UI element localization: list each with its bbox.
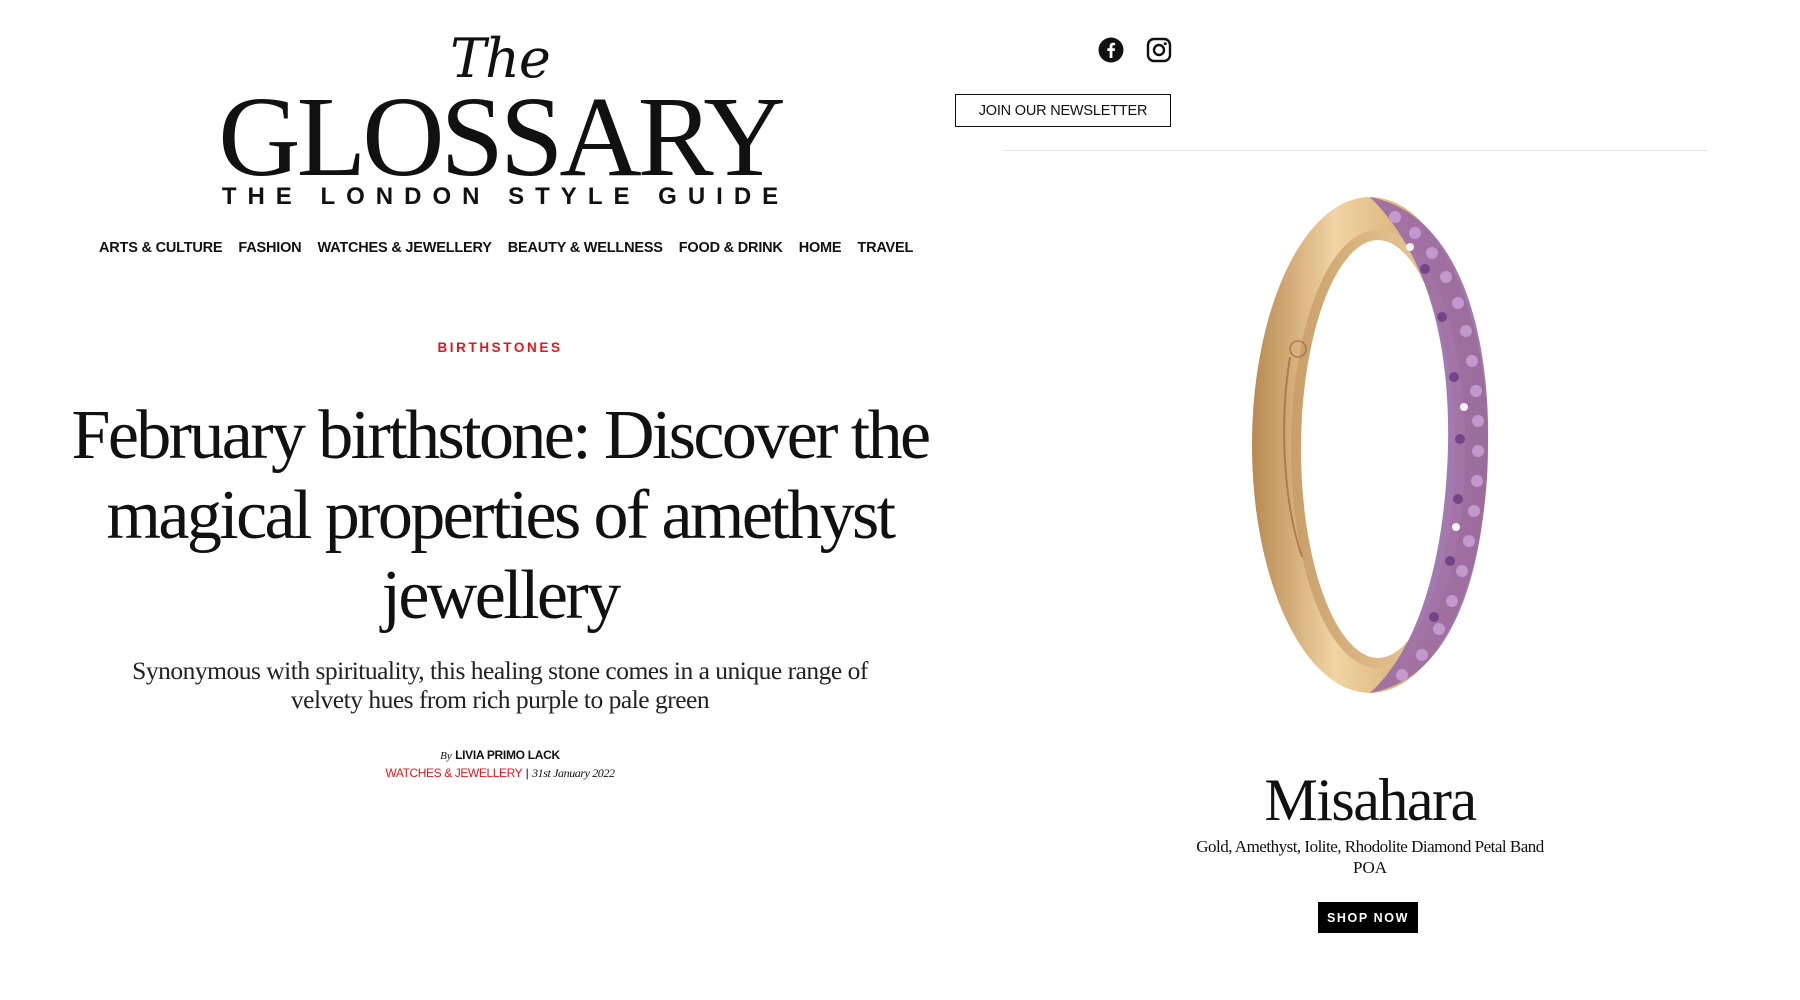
nav-item-beauty-wellness[interactable]: BEAUTY & WELLNESS xyxy=(508,240,663,256)
ring-image[interactable] xyxy=(1220,177,1520,717)
article-date: 31st January 2022 xyxy=(532,766,615,780)
site-logo[interactable]: The GLOSSARY THE LONDON STYLE GUIDE xyxy=(200,32,800,210)
article-meta: WATCHES & JEWELLERY | 31st January 2022 xyxy=(20,765,980,781)
nav-item-travel[interactable]: TRAVEL xyxy=(857,240,913,256)
byline-author[interactable]: LIVIA PRIMO LACK xyxy=(455,748,560,762)
shop-now-button[interactable]: SHOP NOW xyxy=(1318,902,1418,933)
nav-item-arts-culture[interactable]: ARTS & CULTURE xyxy=(99,240,223,256)
social-links xyxy=(1098,37,1172,63)
meta-separator: | xyxy=(522,766,533,780)
byline: By LIVIA PRIMO LACK xyxy=(20,746,980,765)
header-divider xyxy=(1003,150,1708,151)
article-category[interactable]: BIRTHSTONES xyxy=(20,330,980,366)
nav-item-food-drink[interactable]: FOOD & DRINK xyxy=(679,240,783,256)
advert-product-name: Gold, Amethyst, Iolite, Rhodolite Diamon… xyxy=(1196,837,1544,856)
main-nav: ARTS & CULTURE FASHION WATCHES & JEWELLE… xyxy=(99,240,913,256)
article-section-link[interactable]: WATCHES & JEWELLERY xyxy=(385,766,522,780)
logo-wordmark: GLOSSARY xyxy=(218,73,786,200)
instagram-icon[interactable] xyxy=(1146,37,1172,63)
nav-item-watches-jewellery[interactable]: WATCHES & JEWELLERY xyxy=(317,240,491,256)
article-headline: February birthstone: Discover the magica… xyxy=(71,397,931,634)
newsletter-button[interactable]: JOIN OUR NEWSLETTER xyxy=(955,94,1171,127)
nav-item-fashion[interactable]: FASHION xyxy=(238,240,301,256)
byline-by: By xyxy=(440,750,452,762)
facebook-icon[interactable] xyxy=(1098,37,1124,63)
article-header: BIRTHSTONES February birthstone: Discove… xyxy=(20,330,980,781)
advert-price: POA xyxy=(1352,858,1387,877)
advert-brand: Misahara xyxy=(1264,767,1477,833)
nav-item-home[interactable]: HOME xyxy=(799,240,842,256)
logo-tagline: THE LONDON STYLE GUIDE xyxy=(221,183,790,210)
advert-panel: Misahara Gold, Amethyst, Iolite, Rhodoli… xyxy=(1060,165,1680,945)
article-standfirst: Synonymous with spirituality, this heali… xyxy=(132,656,868,714)
